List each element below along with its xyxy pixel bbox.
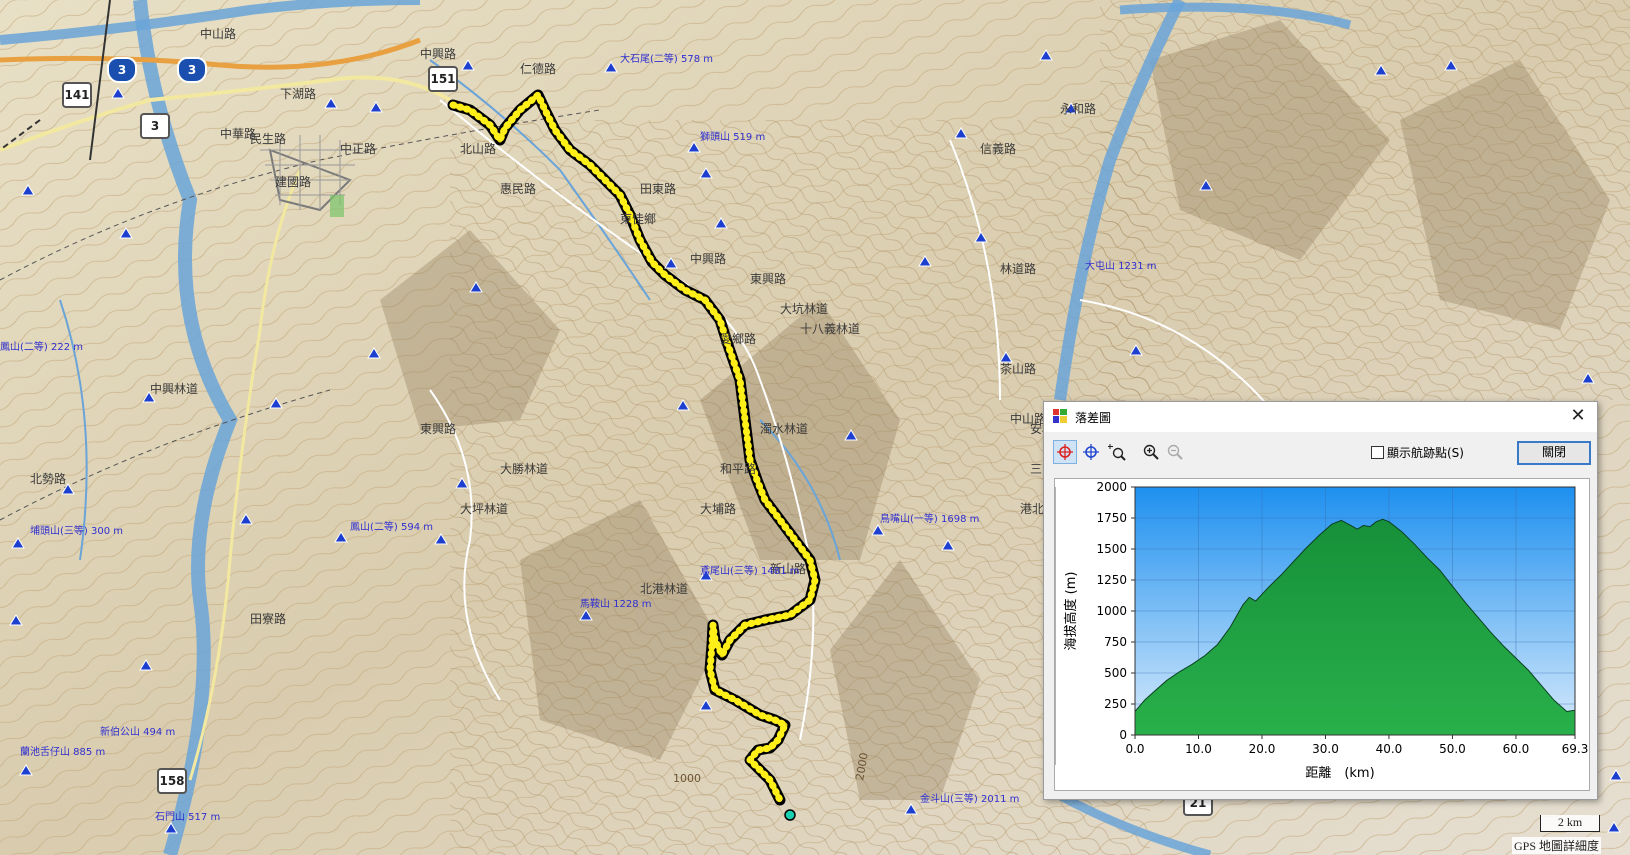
road-label: 愛鄉路 [720, 332, 757, 346]
road-label: 大埔路 [700, 502, 737, 516]
road-label: 中山路 [200, 27, 237, 41]
road-label: 茶山路 [1000, 362, 1037, 376]
road-label: 下湖路 [280, 87, 317, 101]
y-axis-label: 海拔高度 (m) [1063, 572, 1079, 651]
highway-shield: 3 [177, 57, 207, 83]
checkbox-box[interactable] [1371, 446, 1384, 459]
road-label: 中興路 [690, 252, 727, 266]
map-detail-text: GPS 地圖詳細度 [1514, 839, 1600, 853]
peak-label: 石門山 517 m [155, 812, 221, 823]
peak-label: 鳳山(二等) 222 m [0, 342, 83, 353]
road-label: 永和路 [1060, 102, 1097, 116]
road-label: 東興路 [420, 422, 457, 436]
scale-label: 2 km [1557, 815, 1583, 829]
road-label: 林道路 [1000, 262, 1037, 276]
checkbox-label: 顯示航跡點(S) [1387, 446, 1464, 460]
x-tick-label: 69.3 [1562, 742, 1589, 756]
zoom-out-icon[interactable] [1163, 440, 1187, 464]
dialog-title: 落差圖 [1075, 411, 1112, 425]
road-label: 建國路 [275, 175, 312, 189]
road-label: 中正路 [340, 142, 377, 156]
y-tick-label: 250 [1104, 697, 1127, 711]
track-end-marker[interactable] [784, 809, 796, 821]
y-tick-label: 1250 [1096, 573, 1127, 587]
highway-shield: 141 [62, 82, 92, 108]
y-tick-label: 1000 [1096, 604, 1127, 618]
x-tick-label: 50.0 [1439, 742, 1466, 756]
x-axis-label: 距離 (km) [1305, 766, 1374, 781]
peak-label: 鳥嘴山(一等) 1698 m [880, 514, 980, 525]
peak-label: 獅頭山 519 m [700, 132, 766, 143]
x-tick-label: 10.0 [1185, 742, 1212, 756]
profile-toolbar: 顯示航跡點(S) 關閉 [1053, 440, 1591, 466]
x-tick-label: 0.0 [1125, 742, 1144, 756]
peak-label: 金斗山(三等) 2011 m [920, 794, 1020, 805]
zoom-area-icon[interactable] [1105, 440, 1129, 464]
peak-label: 蘭池舌仔山 885 m [20, 747, 106, 758]
x-tick-label: 20.0 [1249, 742, 1276, 756]
peak-label: 鳶尾山(三等) 1481 m [700, 566, 800, 577]
road-label: 信義路 [980, 142, 1017, 156]
road-label: 中興路 [420, 47, 457, 61]
highway-shield: 151 [428, 66, 458, 92]
peak-label: 鳳山(二等) 594 m [350, 522, 433, 533]
road-label: 東興路 [750, 272, 787, 286]
y-tick-label: 1500 [1096, 542, 1127, 556]
scale-bar: 2 km [1540, 815, 1600, 832]
road-label: 大坪林道 [460, 502, 509, 516]
road-label: 大坑林道 [780, 302, 829, 316]
x-tick-label: 30.0 [1312, 742, 1339, 756]
road-label: 仁德路 [520, 62, 557, 76]
peak-label: 新伯公山 494 m [100, 727, 176, 738]
road-label: 大勝林道 [500, 462, 549, 476]
peak-label: 埔頭山(三等) 300 m [30, 526, 123, 537]
zoom-in-icon[interactable] [1139, 440, 1163, 464]
peak-label: 大石尾(二等) 578 m [620, 54, 713, 65]
road-label: 東佳鄉 [620, 212, 657, 226]
highway-shield: 158 [157, 768, 187, 794]
road-label: 北勢路 [30, 472, 67, 486]
show-trackpoints-checkbox[interactable]: 顯示航跡點(S) [1371, 444, 1464, 461]
close-icon[interactable]: ✕ [1567, 405, 1589, 427]
x-tick-label: 40.0 [1376, 742, 1403, 756]
road-label: 中華路 [220, 127, 257, 141]
peak-label: 大屯山 1231 m [1085, 261, 1157, 272]
map-detail-label: GPS 地圖詳細度 [1512, 837, 1602, 854]
road-label: 田寮路 [250, 612, 287, 626]
close-button[interactable]: 關閉 [1517, 441, 1591, 465]
dialog-titlebar[interactable]: 落差圖 ✕ [1044, 402, 1597, 432]
y-tick-label: 500 [1104, 666, 1127, 680]
road-label: 田東路 [640, 182, 677, 196]
road-label: 北山路 [460, 142, 497, 156]
y-tick-label: 1750 [1096, 511, 1127, 525]
x-tick-label: 60.0 [1503, 742, 1530, 756]
road-label: 惠民路 [500, 182, 537, 196]
app-icon [1053, 409, 1067, 423]
highway-shield: 3 [107, 57, 137, 83]
y-tick-label: 0 [1119, 728, 1127, 742]
y-tick-label: 2000 [1096, 480, 1127, 494]
contour-label: 1000 [673, 772, 701, 785]
elevation-profile-dialog: 落差圖 ✕ 顯示航跡點(S) 關閉 0 250 500 750 1000 125… [1043, 401, 1598, 800]
y-tick-label: 750 [1104, 635, 1127, 649]
crosshair-red-icon[interactable] [1053, 440, 1077, 464]
road-label: 中興林道 [150, 382, 199, 396]
elevation-chart[interactable]: 0 250 500 750 1000 1250 1500 1750 2000 0.0 10.0 20.… [1054, 478, 1590, 791]
highway-shield: 3 [140, 113, 170, 139]
road-label: 十八義林道 [800, 322, 861, 336]
elevation-chart-svg[interactable]: 0 250 500 750 1000 1250 1500 1750 2000 0.0 10.0 20.… [1055, 479, 1589, 790]
road-label: 和平路 [720, 462, 757, 476]
crosshair-blue-icon[interactable] [1079, 440, 1103, 464]
road-label: 濁水林道 [760, 422, 809, 436]
peak-label: 馬鞍山 1228 m [580, 599, 652, 610]
